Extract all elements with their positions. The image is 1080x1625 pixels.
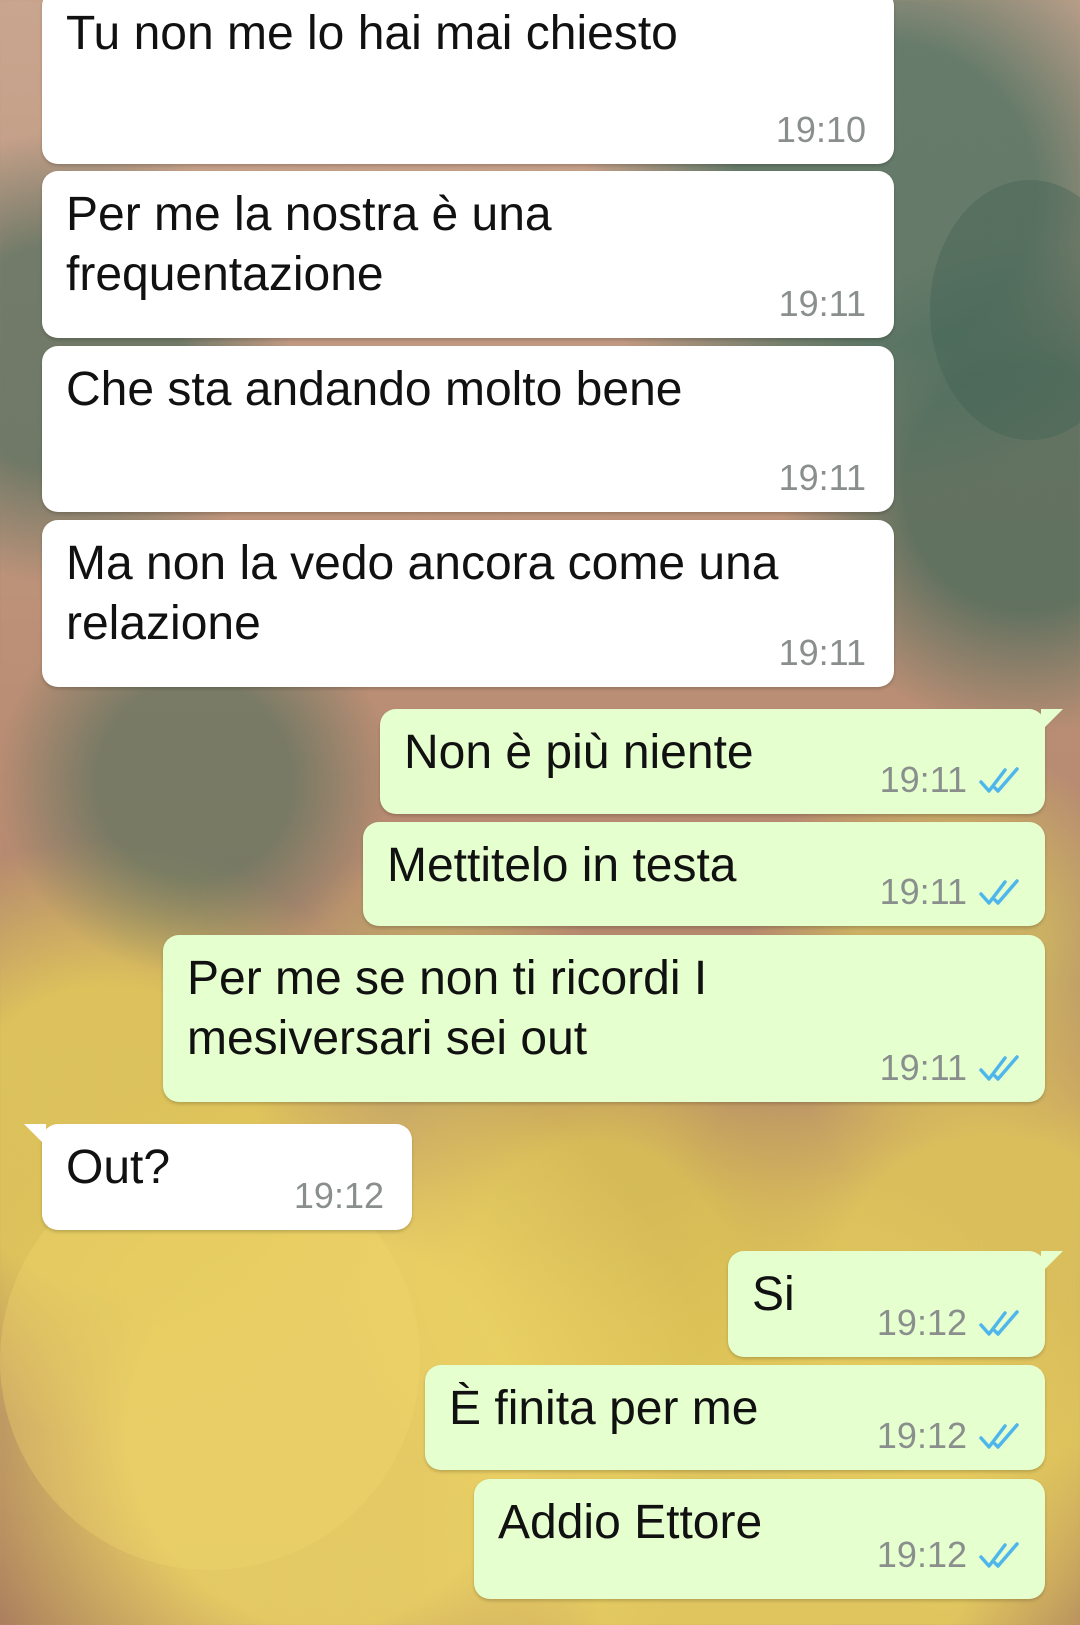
message-bubble-outgoing[interactable]: Addio Ettore 19:12 xyxy=(474,1479,1045,1599)
bubble-tail xyxy=(1041,709,1063,731)
message-text: Mettitelo in testa xyxy=(387,839,737,892)
message-text: Out? xyxy=(66,1141,171,1194)
message-bubble-incoming[interactable]: Ma non la vedo ancora come una relazione… xyxy=(42,520,894,687)
message-bubble-outgoing[interactable]: È finita per me 19:12 xyxy=(425,1365,1045,1470)
message-timestamp: 19:12 xyxy=(876,1534,967,1575)
message-bubble-outgoing[interactable]: Si 19:12 xyxy=(728,1251,1063,1357)
double-check-read-icon xyxy=(979,1055,1019,1081)
message-timestamp: 19:11 xyxy=(879,1047,967,1088)
message-timestamp: 19:11 xyxy=(778,632,866,673)
message-timestamp: 19:11 xyxy=(879,871,967,912)
message-text: Per me se non ti ricordi I mesiversari s… xyxy=(187,952,708,1065)
bubble-tail xyxy=(1041,1251,1063,1273)
background-wallpaper xyxy=(930,180,1080,440)
message-text: È finita per me xyxy=(449,1382,759,1435)
message-timestamp: 19:12 xyxy=(876,1415,967,1456)
message-text: Per me la nostra è una frequentazione xyxy=(66,188,552,301)
message-text: Ma non la vedo ancora come una relazione xyxy=(66,537,779,650)
message-timestamp: 19:11 xyxy=(879,759,967,800)
double-check-read-icon xyxy=(979,879,1019,905)
message-bubble-incoming[interactable]: Out? 19:12 xyxy=(24,1124,412,1230)
message-timestamp: 19:12 xyxy=(293,1175,384,1216)
message-timestamp: 19:10 xyxy=(775,109,866,150)
message-text: Si xyxy=(752,1268,795,1321)
message-bubble-outgoing[interactable]: Per me se non ti ricordi I mesiversari s… xyxy=(163,935,1045,1102)
message-bubble-incoming[interactable]: Tu non me lo hai mai chiesto 19:10 xyxy=(42,0,894,164)
message-timestamp: 19:11 xyxy=(778,283,866,324)
message-text: Addio Ettore xyxy=(498,1496,763,1549)
double-check-read-icon xyxy=(979,1423,1019,1449)
double-check-read-icon xyxy=(979,767,1019,793)
message-bubble-incoming[interactable]: Per me la nostra è una frequentazione 19… xyxy=(42,171,894,338)
message-timestamp: 19:11 xyxy=(778,457,866,498)
message-bubble-incoming[interactable]: Che sta andando molto bene 19:11 xyxy=(42,346,894,512)
double-check-read-icon xyxy=(979,1542,1019,1568)
message-timestamp: 19:12 xyxy=(876,1302,967,1343)
message-bubble-outgoing[interactable]: Non è più niente 19:11 xyxy=(380,709,1063,814)
bubble-tail xyxy=(24,1124,46,1146)
message-text: Che sta andando molto bene xyxy=(66,363,683,416)
message-text: Non è più niente xyxy=(404,726,754,779)
message-bubble-outgoing[interactable]: Mettitelo in testa 19:11 xyxy=(363,822,1045,926)
message-text: Tu non me lo hai mai chiesto xyxy=(66,7,678,60)
double-check-read-icon xyxy=(979,1310,1019,1336)
